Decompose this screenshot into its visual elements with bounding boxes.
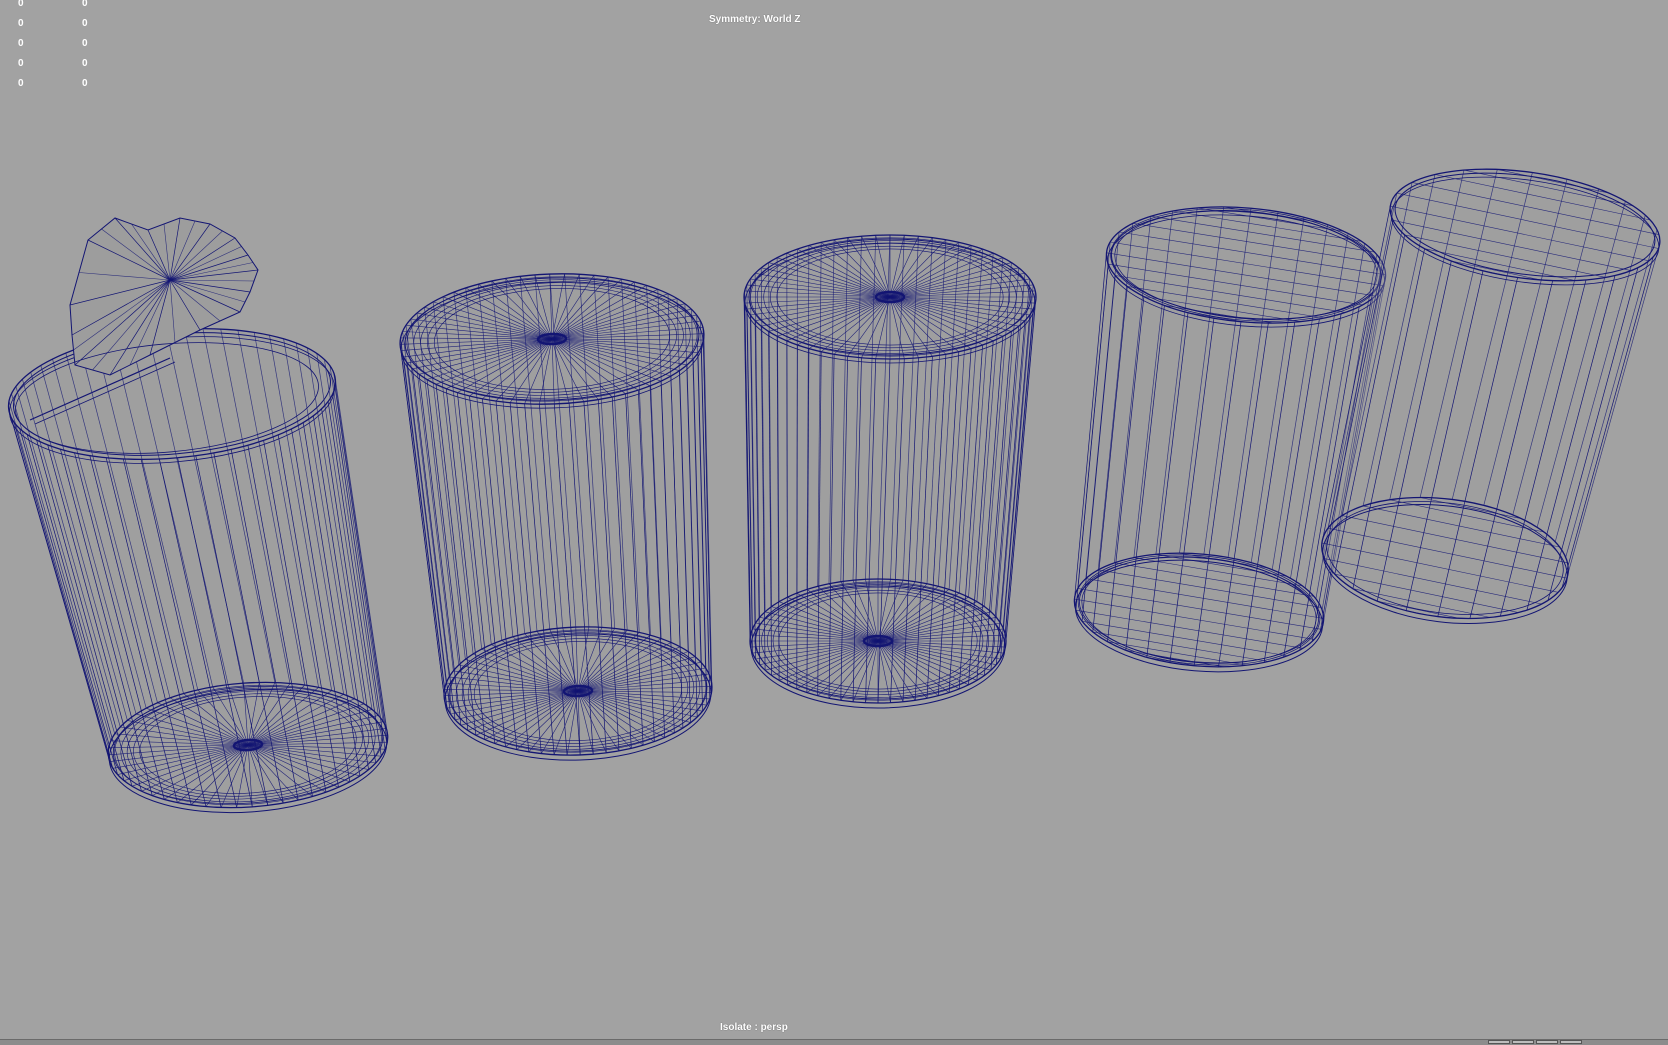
stat-value: 0 — [82, 78, 88, 89]
cylinder-can-3[interactable] — [743, 234, 1037, 709]
viewport-bottom-bar — [0, 1039, 1668, 1045]
stat-value: 0 — [18, 18, 24, 29]
cylinder-can-2[interactable] — [398, 269, 714, 765]
cylinder-can-4[interactable] — [1070, 196, 1391, 682]
stat-value: 0 — [18, 0, 24, 9]
view-button[interactable] — [1512, 1040, 1534, 1044]
stat-value: 0 — [82, 0, 88, 9]
stat-value: 0 — [18, 38, 24, 49]
cap-bottom — [750, 579, 1006, 703]
symmetry-label: Symmetry: World Z — [709, 14, 801, 25]
stat-value: 0 — [18, 58, 24, 69]
cylinder-can-5[interactable] — [1315, 154, 1667, 637]
cylinder-can-open-lid[interactable] — [3, 217, 392, 822]
view-button[interactable] — [1488, 1040, 1510, 1044]
view-button[interactable] — [1536, 1040, 1558, 1044]
isolate-label: Isolate : persp — [720, 1022, 788, 1033]
view-button[interactable] — [1560, 1040, 1582, 1044]
stat-value: 0 — [18, 78, 24, 89]
stat-value: 0 — [82, 58, 88, 69]
stat-value: 0 — [82, 38, 88, 49]
viewport-3d[interactable] — [0, 0, 1668, 1044]
cap-top — [744, 235, 1036, 359]
stat-value: 0 — [82, 18, 88, 29]
